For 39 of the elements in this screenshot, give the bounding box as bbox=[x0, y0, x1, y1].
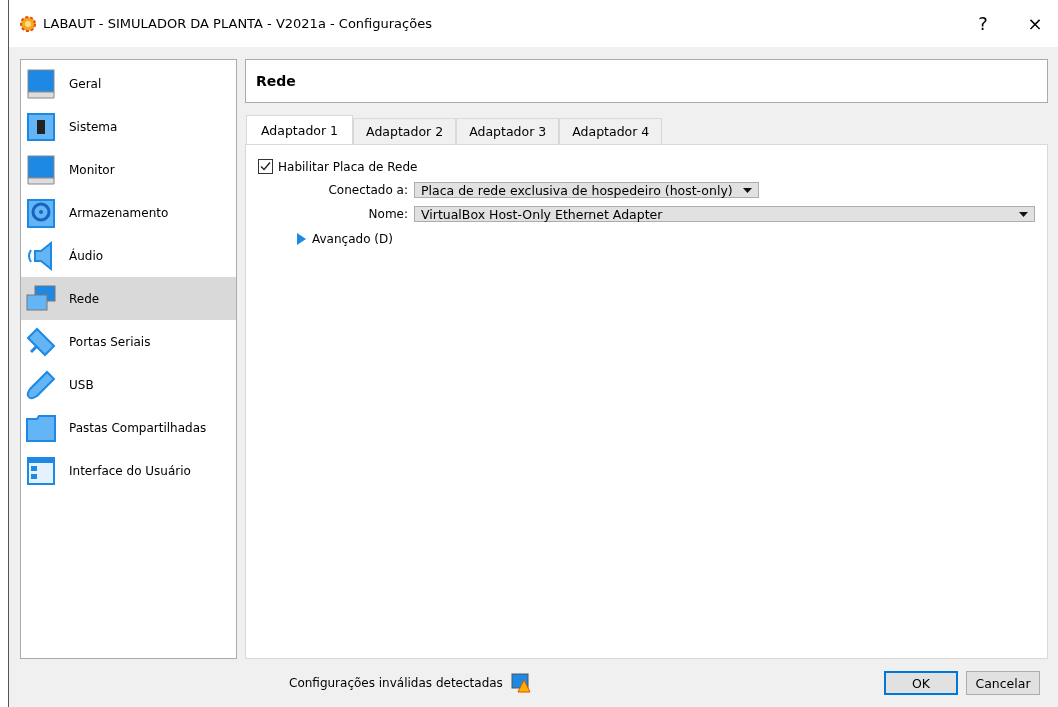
tab[interactable]: Adaptador 1 bbox=[246, 115, 354, 144]
sidebar-item[interactable]: Rede bbox=[21, 277, 236, 320]
expand-arrow-icon[interactable] bbox=[296, 233, 307, 245]
tab[interactable]: Adaptador 4 bbox=[559, 118, 663, 144]
usb-icon bbox=[25, 368, 57, 401]
checkbox-label: Habilitar Placa de Rede bbox=[278, 159, 418, 174]
field-label: Conectado a: bbox=[327, 183, 408, 197]
field-label: Nome: bbox=[367, 207, 408, 221]
caret-icon bbox=[1019, 211, 1028, 217]
monitor-icon bbox=[25, 67, 57, 100]
sidebar-item[interactable]: Monitor bbox=[21, 148, 236, 191]
close-button[interactable]: × bbox=[1012, 9, 1058, 38]
sidebar-item[interactable]: Interface do Usuário bbox=[21, 449, 236, 492]
serial-port-icon bbox=[25, 325, 57, 358]
dropdown[interactable]: Placa de rede exclusiva de hospedeiro (host-only) bbox=[414, 182, 759, 198]
sidebar-item[interactable]: Armazenamento bbox=[21, 191, 236, 234]
window-icon bbox=[25, 454, 57, 487]
sidebar-item[interactable]: Portas Seriais bbox=[21, 320, 236, 363]
tab[interactable]: Adaptador 2 bbox=[353, 118, 457, 144]
sidebar-item[interactable]: Sistema bbox=[21, 105, 236, 148]
warning-icon bbox=[510, 673, 531, 693]
sidebar-item[interactable]: Geral bbox=[21, 62, 236, 105]
dialog-button[interactable]: Cancelar bbox=[966, 671, 1040, 695]
checkbox[interactable] bbox=[258, 159, 273, 174]
dropdown[interactable]: VirtualBox Host-Only Ethernet Adapter bbox=[414, 206, 1035, 222]
window-title: LABAUT - SIMULADOR DA PLANTA - V2021a - Configurações bbox=[43, 16, 433, 31]
caret-icon bbox=[742, 187, 752, 193]
sidebar-item[interactable]: USB bbox=[21, 363, 236, 406]
sidebar-item[interactable]: Áudio bbox=[21, 234, 236, 277]
chip-icon bbox=[25, 110, 57, 143]
status-text: Configurações inválidas detectadas bbox=[289, 676, 503, 690]
page-title: Rede bbox=[245, 59, 1048, 103]
expander-label[interactable]: Avançado (D) bbox=[312, 232, 393, 246]
monitor-icon bbox=[25, 153, 57, 186]
dialog-button[interactable]: OK bbox=[884, 671, 958, 695]
sidebar-item[interactable]: Pastas Compartilhadas bbox=[21, 406, 236, 449]
tab[interactable]: Adaptador 3 bbox=[456, 118, 560, 144]
help-button[interactable]: ? bbox=[960, 9, 1006, 38]
gear-icon bbox=[19, 14, 37, 33]
